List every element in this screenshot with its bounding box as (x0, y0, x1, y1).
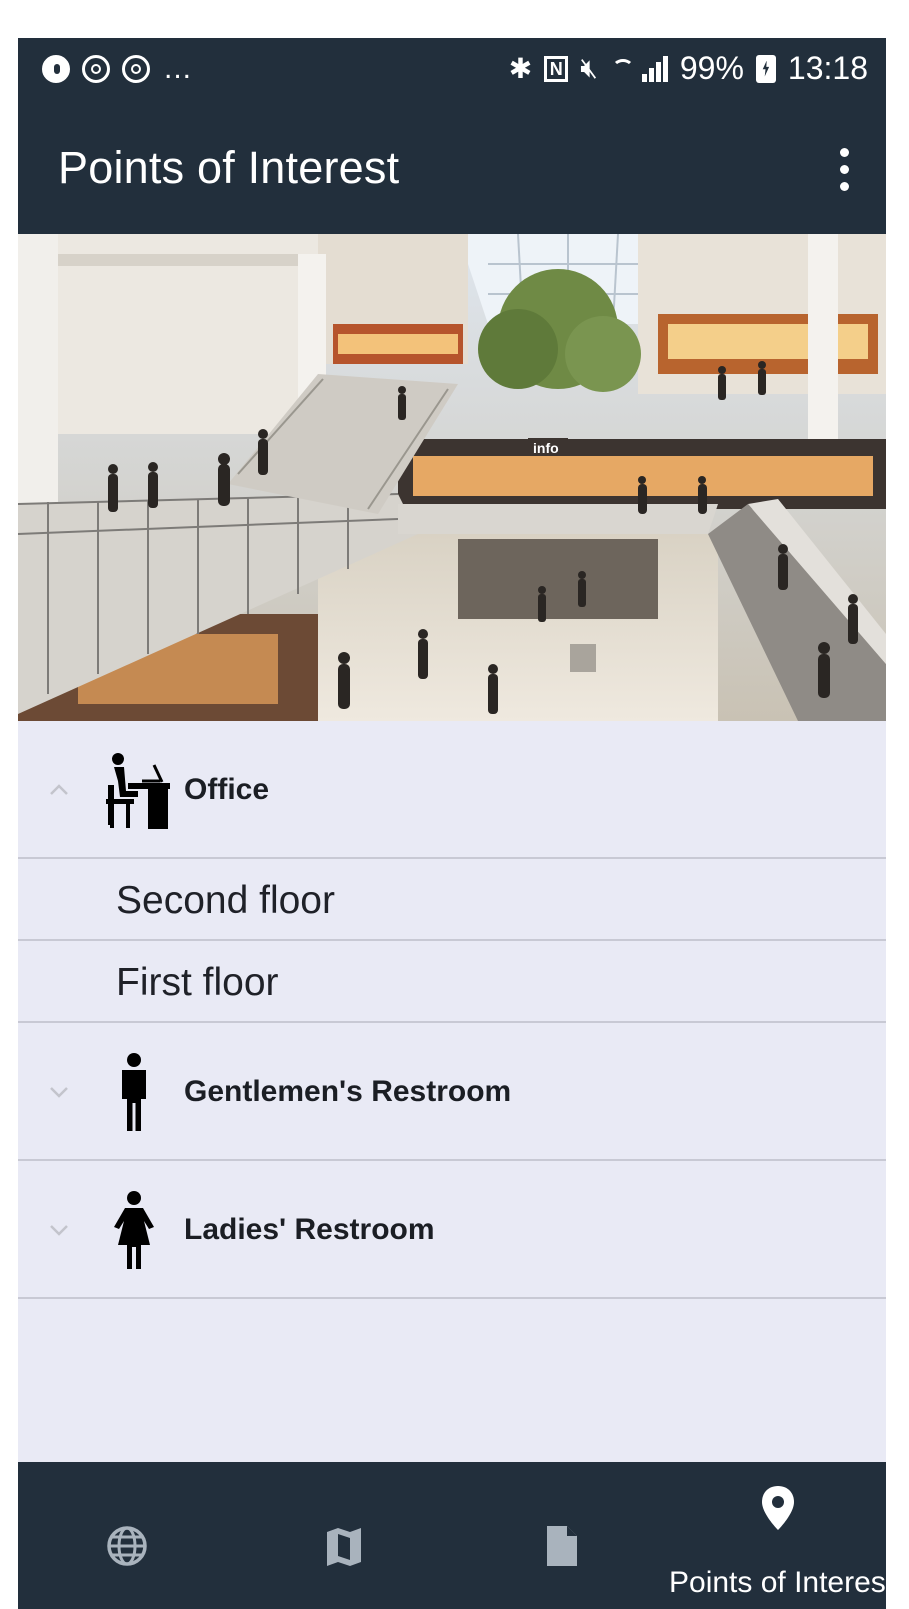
group-label: Ladies' Restroom (184, 1213, 435, 1246)
overflow-menu-icon[interactable] (824, 146, 864, 194)
clock: 13:18 (787, 50, 868, 86)
group-label: Office (184, 773, 270, 806)
signal-icon (641, 55, 668, 82)
wifi-icon (610, 55, 634, 83)
bluetooth-icon: ✱ (508, 53, 533, 84)
poi-list: Office Second floor First floor Gentleme… (18, 721, 886, 1299)
music-notification-icon (42, 55, 70, 83)
nav-globe[interactable] (18, 1462, 235, 1609)
phone-screen: ... ✱ N 🔇︎ 99% 13:18 Points of Interest (18, 38, 886, 1609)
list-item-first-floor[interactable]: First floor (18, 941, 886, 1023)
bottom-navigation: Points of Interest (18, 1462, 886, 1609)
nfc-icon: N (544, 55, 569, 82)
list-item-label: Second floor (116, 879, 335, 922)
battery-charging-icon (755, 54, 776, 83)
page-title: Points of Interest (58, 142, 400, 193)
group-office[interactable]: Office (18, 721, 886, 859)
sync-notification-icon-2 (122, 55, 150, 83)
mute-icon: 🔇︎ (580, 52, 598, 83)
list-item-label: First floor (116, 961, 279, 1004)
more-notifications-indicator: ... (164, 52, 193, 85)
office-desk-icon (98, 751, 170, 829)
mall-interior-image: info (18, 234, 886, 721)
group-ladies-restroom[interactable]: Ladies' Restroom (18, 1161, 886, 1299)
woman-icon (98, 1191, 170, 1269)
battery-percent: 99% (679, 50, 744, 86)
system-status: ✱ N 🔇︎ 99% 13:18 (509, 50, 868, 87)
nav-label: Points of Interest (669, 1566, 886, 1599)
status-bar: ... ✱ N 🔇︎ 99% 13:18 (18, 38, 886, 102)
chevron-down-icon (48, 1081, 70, 1103)
sync-notification-icon (82, 55, 110, 83)
app-bar: Points of Interest (18, 102, 886, 234)
list-item-second-floor[interactable]: Second floor (18, 859, 886, 941)
map-icon (322, 1520, 366, 1568)
location-pin-icon (756, 1484, 800, 1532)
chevron-down-icon (48, 1219, 70, 1241)
nav-points-of-interest[interactable]: Points of Interest (669, 1462, 886, 1609)
man-icon (98, 1053, 170, 1131)
globe-icon (105, 1520, 149, 1568)
notification-icons: ... (42, 52, 192, 86)
group-gentlemens-restroom[interactable]: Gentlemen's Restroom (18, 1023, 886, 1161)
chevron-up-icon (48, 779, 70, 801)
document-icon (539, 1520, 583, 1568)
nav-document[interactable] (452, 1462, 669, 1609)
nav-map[interactable] (235, 1462, 452, 1609)
group-label: Gentlemen's Restroom (184, 1075, 512, 1108)
info-sign: info (533, 440, 559, 456)
